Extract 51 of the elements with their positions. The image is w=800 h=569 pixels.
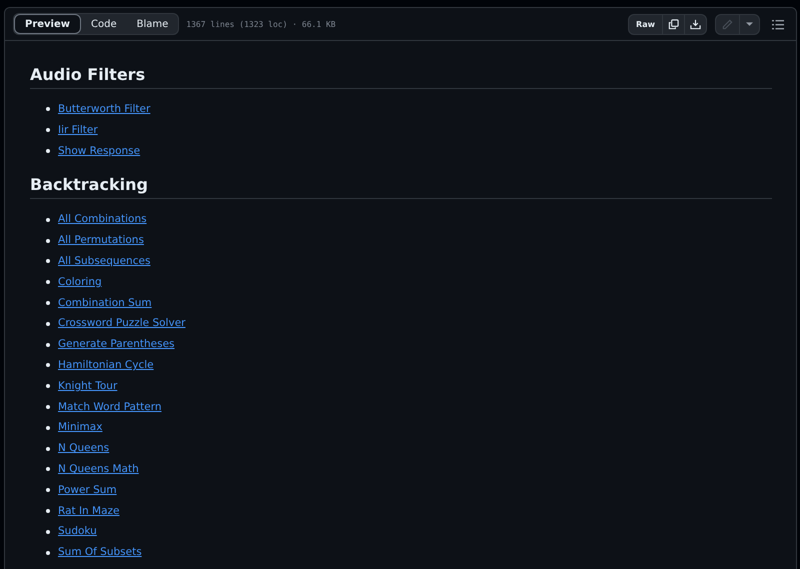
bullet-icon bbox=[46, 322, 50, 326]
list-link[interactable]: Hamiltonian Cycle bbox=[58, 354, 154, 376]
file-info: 1367 lines (1323 loc) · 66.1 KB bbox=[186, 20, 336, 28]
caret-icon bbox=[746, 22, 753, 26]
section-heading: Audio Filters bbox=[30, 65, 772, 89]
list-link[interactable]: All Subsequences bbox=[58, 250, 150, 272]
list-link[interactable]: Sum Of Subsets bbox=[58, 542, 142, 563]
bullet-icon bbox=[46, 550, 50, 555]
bullet-icon bbox=[46, 107, 50, 112]
bullet-icon bbox=[46, 128, 50, 132]
list-link[interactable]: Minimax bbox=[58, 417, 102, 438]
bullet-icon bbox=[46, 404, 50, 409]
list-link[interactable]: Knight Tour bbox=[58, 376, 118, 397]
copy-icon bbox=[668, 18, 679, 30]
list-link[interactable]: Crossword Puzzle Solver bbox=[58, 313, 186, 334]
pencil-icon bbox=[722, 18, 733, 30]
list-link[interactable]: Generate Parentheses bbox=[58, 334, 175, 355]
bullet-icon bbox=[46, 238, 50, 243]
list-link[interactable]: Coloring bbox=[58, 272, 102, 293]
view-tab[interactable]: Preview bbox=[14, 14, 82, 34]
bullet-icon bbox=[46, 300, 50, 305]
bullet-icon bbox=[46, 384, 50, 388]
list-link[interactable]: Rat In Maze bbox=[58, 500, 120, 522]
bullet-icon bbox=[46, 363, 50, 368]
section-heading: Backtracking bbox=[30, 175, 772, 200]
list-icon bbox=[772, 18, 784, 30]
bullet-icon bbox=[46, 467, 50, 472]
list-link[interactable]: Iir Filter bbox=[58, 120, 98, 141]
bullet-icon bbox=[46, 342, 50, 347]
list-link[interactable]: Power Sum bbox=[58, 480, 117, 501]
list-link[interactable]: Combination Sum bbox=[58, 292, 152, 314]
list-link[interactable]: Show Response bbox=[58, 140, 140, 162]
list-link[interactable]: N Queens bbox=[58, 438, 110, 459]
list-link[interactable]: Match Word Pattern bbox=[58, 396, 162, 418]
list-link[interactable]: All Combinations bbox=[58, 209, 147, 230]
bullet-icon bbox=[46, 446, 50, 451]
view-tab[interactable]: Blame bbox=[126, 14, 178, 34]
bullet-icon bbox=[46, 280, 50, 284]
bullet-icon bbox=[46, 530, 50, 534]
list-link[interactable]: Butterworth Filter bbox=[58, 99, 150, 120]
list-link[interactable]: Sudoku bbox=[58, 521, 97, 542]
bullet-icon bbox=[46, 426, 50, 430]
view-tab[interactable]: Code bbox=[81, 14, 127, 34]
bullet-icon bbox=[46, 218, 50, 222]
list-link[interactable]: N Queens Math bbox=[58, 458, 139, 480]
download-icon bbox=[690, 18, 701, 30]
bullet-icon bbox=[46, 259, 50, 264]
bullet-icon bbox=[46, 148, 50, 153]
list-link[interactable]: All Permutations bbox=[58, 230, 144, 251]
bullet-icon bbox=[46, 508, 50, 513]
bullet-icon bbox=[46, 488, 50, 492]
